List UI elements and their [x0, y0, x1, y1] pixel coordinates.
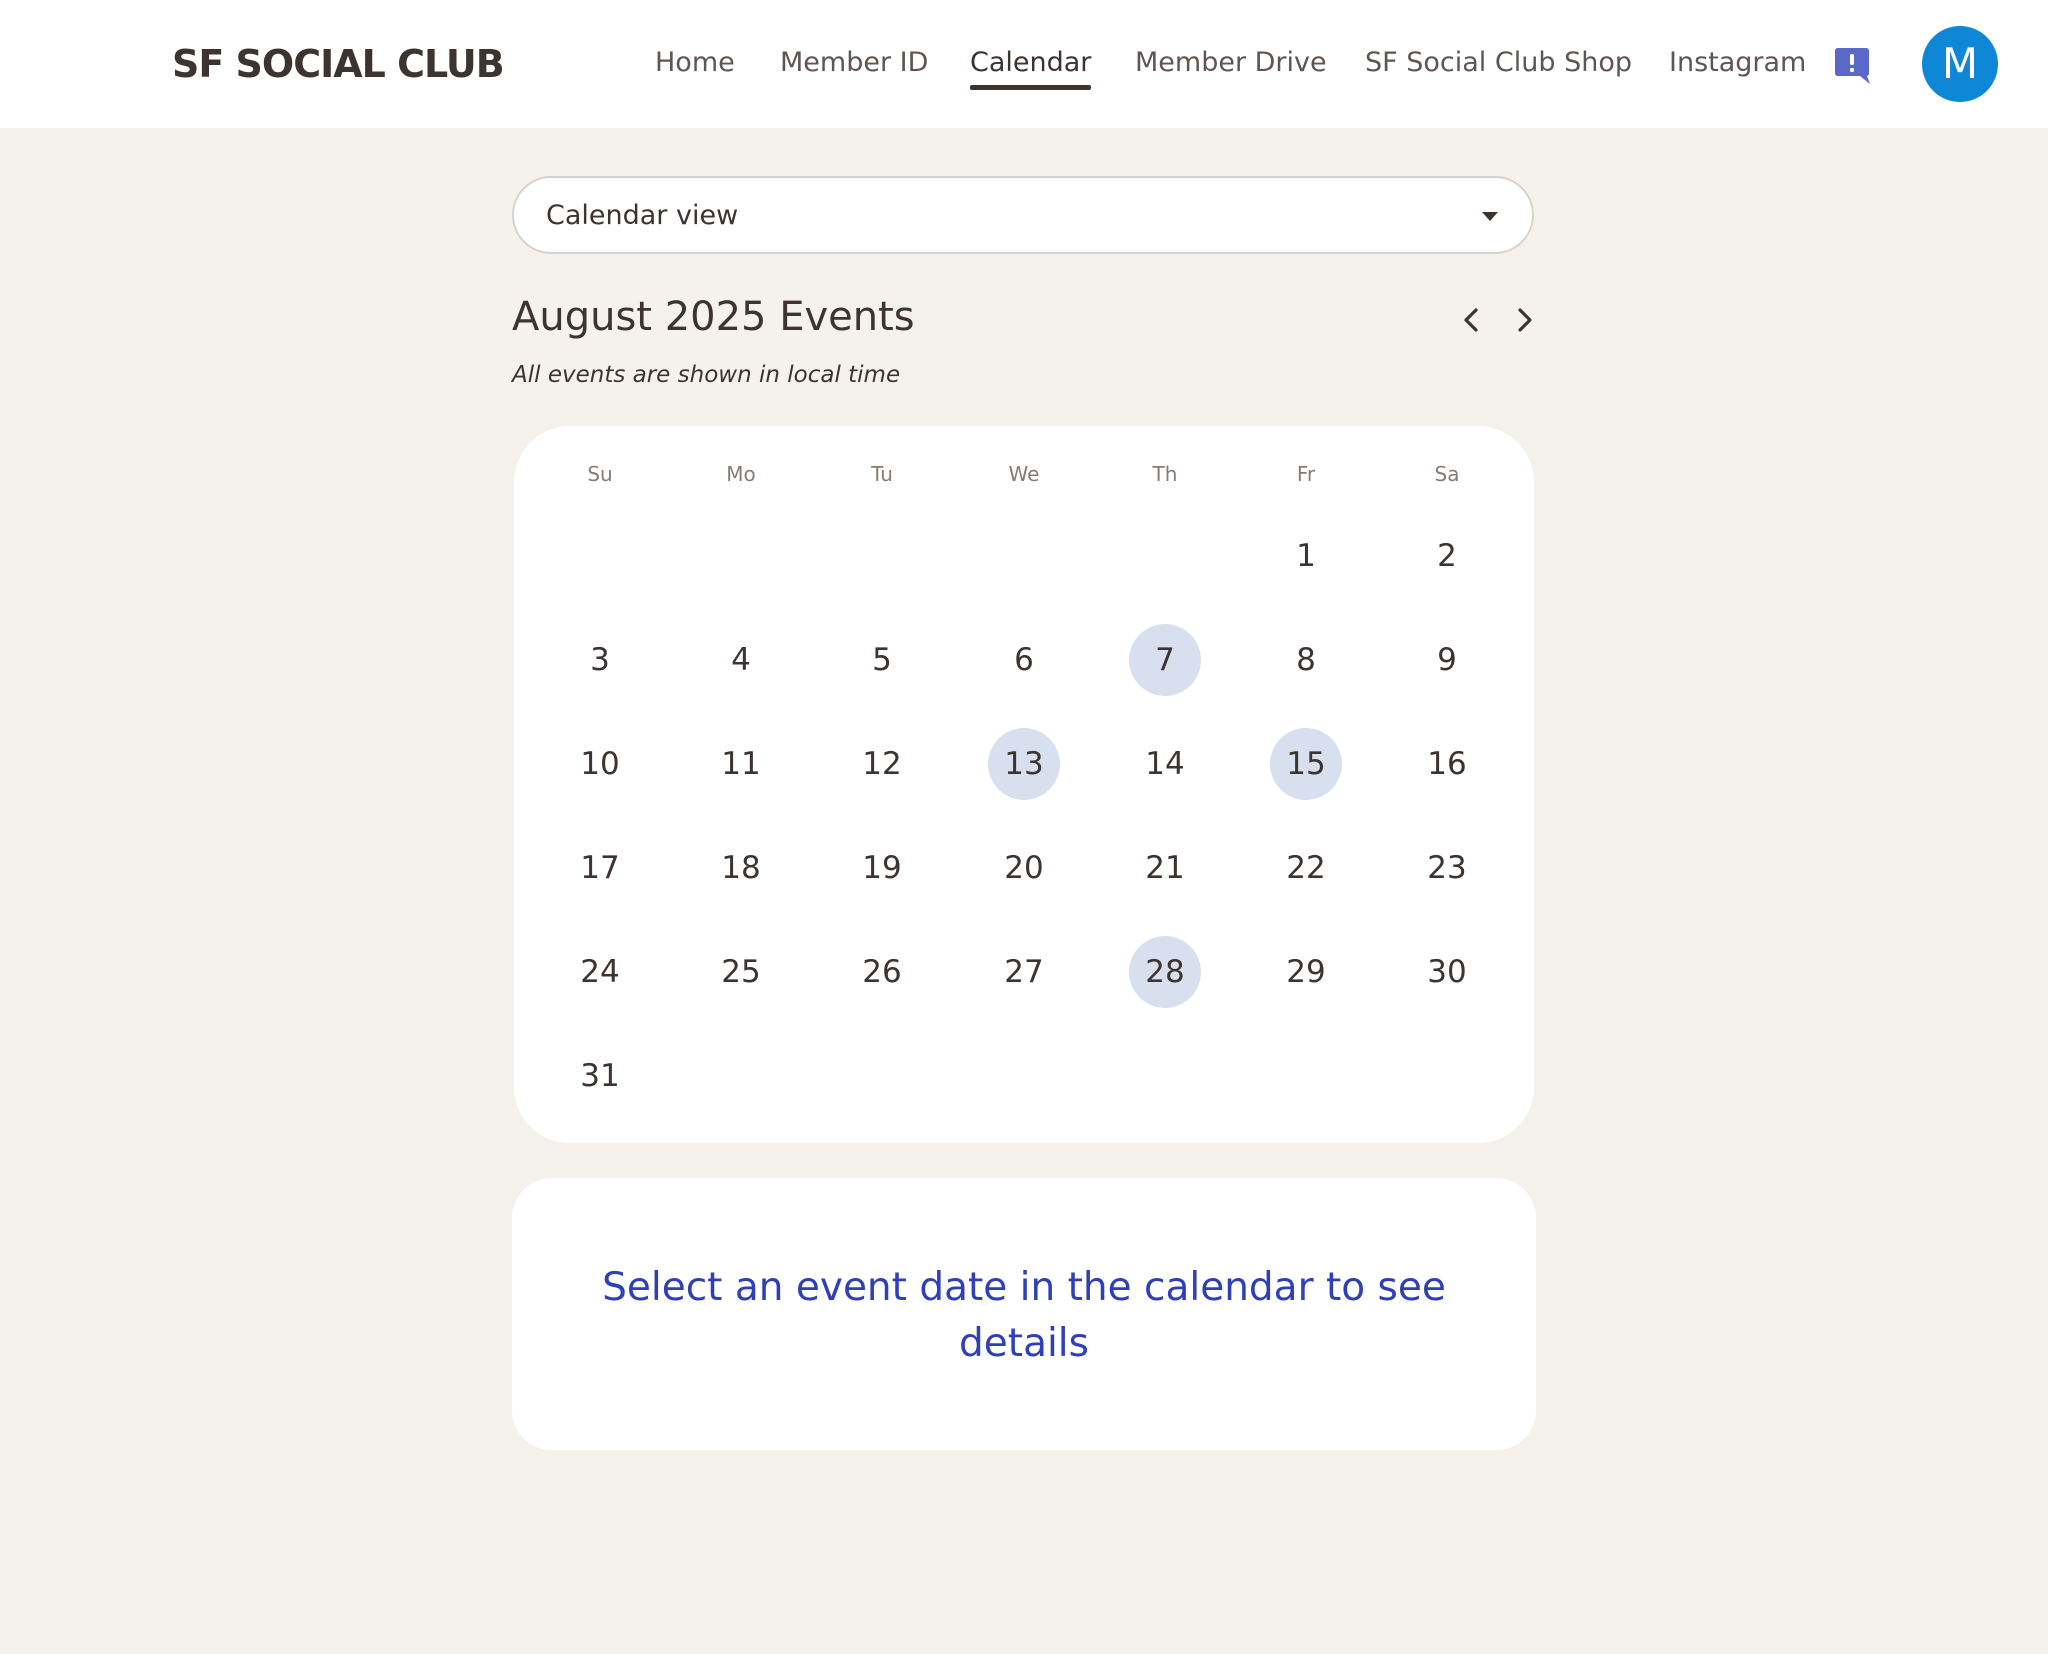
event-details-panel: Select an event date in the calendar to … [512, 1178, 1536, 1450]
nav-shop[interactable]: SF Social Club Shop [1365, 44, 1632, 82]
nav-instagram[interactable]: Instagram [1669, 44, 1806, 82]
next-month-button[interactable] [1504, 300, 1544, 340]
calendar-day[interactable]: 4 [705, 624, 777, 696]
calendar-day-event[interactable]: 7 [1129, 624, 1201, 696]
weekday-wednesday: We [1008, 462, 1040, 486]
view-select-value: Calendar view [546, 200, 739, 231]
calendar-day[interactable]: 5 [846, 624, 918, 696]
calendar-day[interactable]: 17 [564, 832, 636, 904]
calendar-day[interactable]: 26 [846, 936, 918, 1008]
event-details-placeholder: Select an event date in the calendar to … [602, 1265, 1446, 1366]
calendar-day[interactable]: 25 [705, 936, 777, 1008]
calendar-day[interactable]: 29 [1270, 936, 1342, 1008]
calendar-day[interactable]: 2 [1411, 520, 1483, 592]
nav-member-drive[interactable]: Member Drive [1135, 44, 1327, 82]
user-avatar[interactable]: M [1922, 26, 1998, 102]
nav-calendar[interactable]: Calendar [970, 44, 1092, 90]
weekday-tuesday: Tu [871, 462, 893, 486]
caret-down-icon [1482, 212, 1498, 221]
calendar-day-event[interactable]: 15 [1270, 728, 1342, 800]
timezone-note: All events are shown in local time [512, 362, 901, 388]
calendar-day[interactable]: 31 [564, 1040, 636, 1112]
weekday-saturday: Sa [1434, 462, 1460, 486]
calendar-day[interactable]: 20 [988, 832, 1060, 904]
calendar-day[interactable]: 8 [1270, 624, 1342, 696]
nav-member-id[interactable]: Member ID [780, 44, 928, 82]
weekday-thursday: Th [1152, 462, 1178, 486]
month-title: August 2025 Events [512, 294, 915, 340]
prev-month-button[interactable] [1452, 300, 1492, 340]
feedback-icon[interactable] [1834, 46, 1870, 86]
weekday-sunday: Su [587, 462, 613, 486]
calendar-day-event[interactable]: 28 [1129, 936, 1201, 1008]
view-select-dropdown[interactable]: Calendar view [512, 176, 1534, 254]
calendar-day[interactable]: 1 [1270, 520, 1342, 592]
calendar-day[interactable]: 6 [988, 624, 1060, 696]
brand-logo[interactable]: SF SOCIAL CLUB [172, 38, 505, 90]
calendar-day[interactable]: 30 [1411, 936, 1483, 1008]
calendar-day[interactable]: 10 [564, 728, 636, 800]
calendar-day[interactable]: 23 [1411, 832, 1483, 904]
calendar-day[interactable]: 9 [1411, 624, 1483, 696]
calendar-day[interactable]: 27 [988, 936, 1060, 1008]
calendar-day[interactable]: 19 [846, 832, 918, 904]
calendar-day[interactable]: 14 [1129, 728, 1201, 800]
calendar-day[interactable]: 16 [1411, 728, 1483, 800]
calendar-day[interactable]: 12 [846, 728, 918, 800]
calendar-day[interactable]: 22 [1270, 832, 1342, 904]
nav-home[interactable]: Home [655, 44, 735, 82]
calendar-day-event[interactable]: 13 [988, 728, 1060, 800]
weekday-monday: Mo [726, 462, 756, 486]
calendar-day[interactable]: 11 [705, 728, 777, 800]
calendar-day[interactable]: 3 [564, 624, 636, 696]
chevron-left-icon [1464, 308, 1478, 332]
calendar-day[interactable]: 24 [564, 936, 636, 1008]
calendar-day[interactable]: 21 [1129, 832, 1201, 904]
weekday-friday: Fr [1296, 462, 1316, 486]
top-nav-bar: SF SOCIAL CLUB Home Member ID Calendar M… [0, 0, 2048, 128]
chevron-right-icon [1518, 308, 1532, 332]
calendar-day[interactable]: 18 [705, 832, 777, 904]
